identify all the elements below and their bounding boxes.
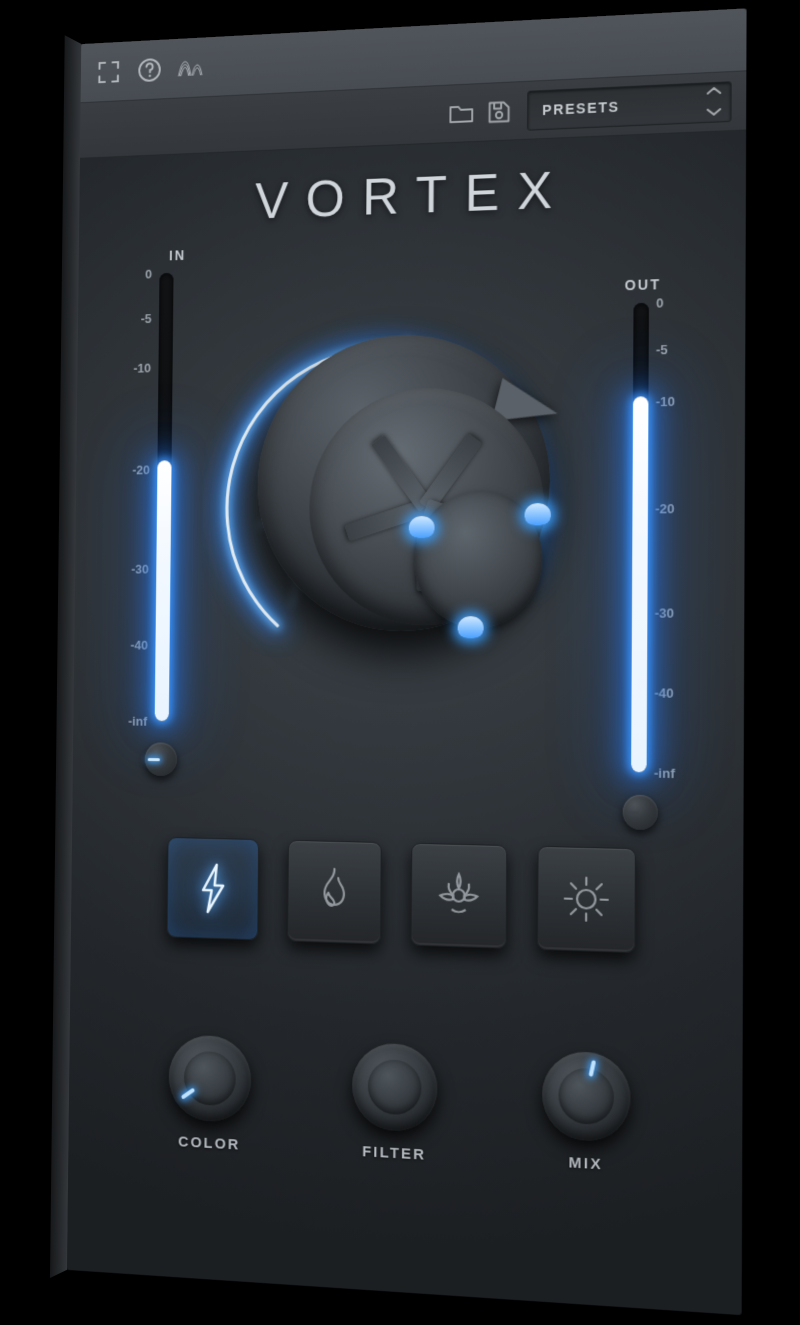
preset-spinner xyxy=(706,82,723,122)
output-meter: OUT 0 -5 -10 -20 -30 -40 -inf xyxy=(596,274,722,831)
filter-knob-label: FILTER xyxy=(362,1143,427,1164)
output-meter-track xyxy=(631,302,649,773)
preset-selector[interactable]: PRESETS xyxy=(527,80,732,131)
plugin-window: PRESETS VORTEX IN 0 -5 -10 -20 -30 -40 -inf xyxy=(49,8,747,1316)
meter-tick: -5 xyxy=(655,341,668,357)
meter-tick: -10 xyxy=(133,359,152,375)
filter-knob-cell: FILTER xyxy=(339,1041,451,1165)
input-trim-indicator xyxy=(147,757,160,761)
meter-tick: 0 xyxy=(656,294,664,311)
output-meter-scale: 0 -5 -10 -20 -30 -40 -inf xyxy=(654,295,702,781)
output-trim-knob[interactable] xyxy=(622,794,658,831)
meter-tick: -inf xyxy=(653,764,675,781)
folder-open-icon[interactable] xyxy=(447,99,475,128)
output-meter-fill xyxy=(631,396,649,773)
drive-knob-pointer xyxy=(491,377,564,436)
mix-knob-cell: MIX xyxy=(528,1050,644,1176)
meter-tick: -inf xyxy=(128,713,148,729)
mode-flame[interactable] xyxy=(287,839,382,945)
output-meter-label: OUT xyxy=(624,276,662,294)
mode-sun[interactable] xyxy=(536,845,636,954)
lightning-bolt-icon xyxy=(191,861,233,916)
meter-tick: -5 xyxy=(140,310,152,326)
meter-tick: -20 xyxy=(132,462,150,478)
output-trim-indicator xyxy=(625,810,640,814)
input-meter-scale: 0 -5 -10 -20 -30 -40 -inf xyxy=(106,266,152,728)
mode-button-row xyxy=(70,835,743,957)
meter-tick: -30 xyxy=(131,560,149,576)
meter-tick: -40 xyxy=(654,684,674,701)
input-meter-fill xyxy=(154,460,172,722)
fullscreen-icon[interactable] xyxy=(95,57,123,87)
meter-tick: -20 xyxy=(655,500,675,517)
color-knob-cell: COLOR xyxy=(156,1033,264,1154)
meter-tick: -40 xyxy=(130,637,149,652)
meter-tick: -30 xyxy=(654,604,675,620)
plugin-front-face: PRESETS VORTEX IN 0 -5 -10 -20 -30 -40 -inf xyxy=(66,8,747,1316)
page-title: VORTEX xyxy=(254,161,571,231)
sun-icon xyxy=(562,874,611,925)
help-icon[interactable] xyxy=(135,54,163,84)
mode-lightning[interactable] xyxy=(166,836,260,941)
filter-knob[interactable] xyxy=(351,1041,438,1133)
biohazard-icon xyxy=(435,871,483,921)
chevron-down-icon[interactable] xyxy=(706,103,723,122)
input-meter-label: IN xyxy=(168,247,187,264)
mix-knob-indicator xyxy=(588,1059,597,1077)
meter-tick: -10 xyxy=(655,392,676,409)
save-disk-icon[interactable] xyxy=(485,97,513,126)
spectrum-icon[interactable] xyxy=(177,52,205,82)
input-trim-knob[interactable] xyxy=(144,742,178,777)
mode-biohazard[interactable] xyxy=(410,842,508,949)
drive-knob[interactable] xyxy=(233,307,575,656)
small-knob-row: COLOR FILTER MIX xyxy=(68,1030,743,1181)
color-knob-label: COLOR xyxy=(177,1133,241,1154)
color-knob[interactable] xyxy=(168,1033,252,1124)
chevron-up-icon[interactable] xyxy=(706,82,723,101)
mix-knob-label: MIX xyxy=(568,1154,603,1174)
plugin-stage: PRESETS VORTEX IN 0 -5 -10 -20 -30 -40 -inf xyxy=(0,0,800,1325)
color-knob-indicator xyxy=(180,1087,196,1100)
drive-knob-hub xyxy=(408,490,551,639)
drive-knob-ring xyxy=(308,386,551,639)
flame-icon xyxy=(313,865,356,918)
preset-name: PRESETS xyxy=(542,98,620,118)
main-panel: VORTEX IN 0 -5 -10 -20 -30 -40 -inf OUT 0 -5 -10… xyxy=(66,130,747,1316)
mix-knob[interactable] xyxy=(541,1050,631,1143)
meter-tick: 0 xyxy=(145,266,153,281)
